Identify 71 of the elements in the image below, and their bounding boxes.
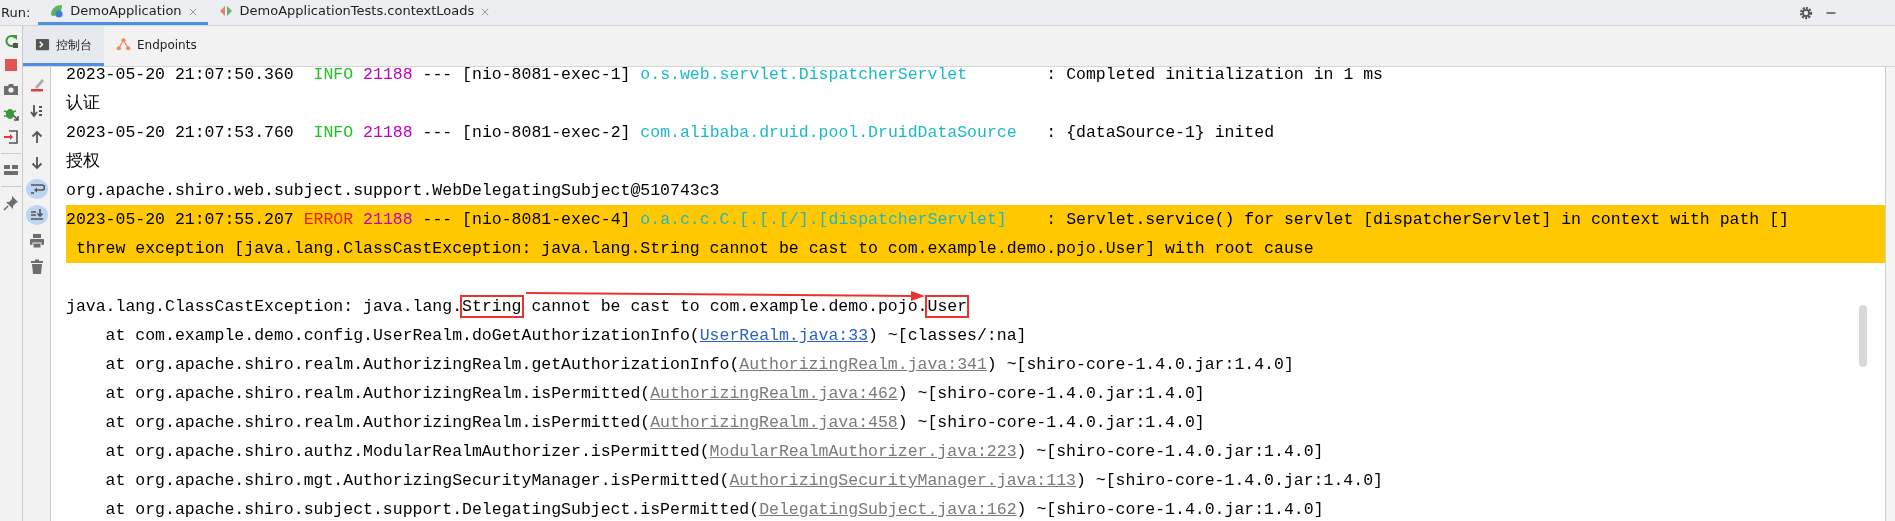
log-text: : Servlet.service() for servlet [dispatcherServlet] in context with path [] — [1046, 210, 1789, 229]
log-text: cannot be cast to com.example.demo.pojo. — [531, 297, 928, 316]
scroll-to-end-icon — [28, 207, 45, 223]
source-link[interactable]: ModularRealmAuthorizer.java:223 — [709, 442, 1017, 461]
run-label: Run: — [0, 3, 32, 22]
settings-icon[interactable] — [1799, 5, 1813, 20]
log-text: 认证 — [66, 94, 100, 113]
source-link[interactable]: AuthorizingRealm.java:341 — [739, 355, 987, 374]
log-text: 授权 — [66, 152, 100, 171]
terminal-icon — [35, 37, 50, 52]
log-text: --- [nio-8081-exec-4] — [422, 210, 631, 229]
rerun-icon[interactable] — [3, 33, 19, 49]
log-text: org.apache.shiro.web.subject.support.WebDelegatingSubject@510743c3 — [66, 181, 720, 200]
log-text: ) ~[shiro-core-1.4.0.jar:1.4.0] — [897, 413, 1205, 432]
log-text: --- [nio-8081-exec-1] — [422, 67, 631, 84]
log-text: : {dataSource-1} inited — [1046, 123, 1275, 142]
process-id: 21188 — [363, 210, 413, 229]
process-id: 21188 — [363, 123, 413, 142]
log-text: at org.apache.shiro.realm.AuthorizingRealm.isPermitted( — [105, 413, 651, 432]
source-link[interactable]: AuthorizingRealm.java:458 — [650, 413, 898, 432]
console-tab[interactable]: Endpoints — [104, 26, 209, 66]
scrollbar-thumb[interactable] — [1859, 305, 1867, 367]
exit-icon[interactable] — [3, 129, 19, 145]
close-icon[interactable] — [187, 6, 198, 17]
process-id: 21188 — [363, 67, 413, 84]
log-text: at com.example.demo.config.UserRealm.doGetAuthorizationInfo( — [105, 326, 700, 345]
log-text: : Completed initialization in 1 ms — [1046, 67, 1383, 84]
soft-wrap-icon — [28, 181, 45, 197]
run-tab[interactable]: DemoApplicationTests.contextLoads — [207, 0, 501, 25]
log-level: INFO — [313, 123, 354, 142]
source-link[interactable]: UserRealm.java:33 — [699, 326, 869, 345]
layout-icon[interactable] — [3, 162, 19, 178]
log-text: ) ~[shiro-core-1.4.0.jar:1.4.0] — [897, 384, 1205, 403]
endpoints-icon — [116, 37, 131, 52]
log-level: INFO — [313, 67, 354, 84]
log-text: at org.apache.shiro.subject.support.DelegatingSubject.isPermitted( — [105, 500, 760, 519]
pin-icon[interactable] — [3, 195, 19, 211]
log-text: at org.apache.shiro.realm.AuthorizingRealm.getAuthorizationInfo( — [105, 355, 740, 374]
log-text: --- [nio-8081-exec-2] — [422, 123, 631, 142]
source-link[interactable]: AuthorizingSecurityManager.java:113 — [729, 471, 1076, 490]
scroll-to-end-button[interactable] — [25, 205, 48, 225]
console-tab[interactable]: 控制台 — [23, 26, 104, 66]
log-text: ) ~[shiro-core-1.4.0.jar:1.4.0] — [1016, 500, 1324, 519]
log-text: 2023-05-20 21:07:53.760 — [66, 123, 294, 142]
camera-icon[interactable] — [3, 81, 19, 97]
trash-icon — [28, 259, 45, 275]
source-link[interactable]: AuthorizingRealm.java:462 — [650, 384, 898, 403]
log-text: ) ~[shiro-core-1.4.0.jar:1.4.0] — [1076, 471, 1383, 490]
log-text: 2023-05-20 21:07:50.360 — [66, 67, 294, 84]
log-text: at org.apache.shiro.authz.ModularRealmAuthorizer.isPermitted( — [105, 442, 710, 461]
highlighted-word: String — [462, 297, 522, 316]
source-link[interactable]: DelegatingSubject.java:162 — [759, 500, 1017, 519]
sort-icon — [28, 103, 45, 119]
close-icon[interactable] — [480, 6, 491, 17]
logger-name: com.alibaba.druid.pool.DruidDataSource — [640, 123, 1017, 142]
leaf-icon — [48, 3, 65, 19]
log-text: at org.apache.shiro.realm.AuthorizingRealm.isPermitted( — [105, 384, 651, 403]
log-level: ERROR — [303, 210, 354, 229]
logger-name: o.s.web.servlet.DispatcherServlet — [640, 67, 968, 84]
log-text: 2023-05-20 21:07:55.207 — [66, 210, 294, 229]
log-text: ) ~[classes/:na] — [868, 326, 1027, 345]
log-text: at org.apache.shiro.mgt.AuthorizingSecurityManager.isPermitted( — [105, 471, 730, 490]
logger-name: o.a.c.c.C.[.[.[/].[dispatcherServlet] — [640, 210, 1007, 229]
log-text: ) ~[shiro-core-1.4.0.jar:1.4.0] — [1016, 442, 1324, 461]
highlighted-word: User — [927, 297, 968, 316]
printer-icon — [28, 233, 45, 249]
soft-wrap-button[interactable] — [25, 179, 48, 199]
log-text: threw exception [java.lang.ClassCastException: java.lang.String cannot be cast to com.example.demo.pojo.User] with root cause — [75, 239, 1314, 258]
eraser-icon — [28, 77, 45, 93]
stop-icon[interactable] — [3, 57, 19, 73]
log-text: ) ~[shiro-core-1.4.0.jar:1.4.0] — [986, 355, 1294, 374]
